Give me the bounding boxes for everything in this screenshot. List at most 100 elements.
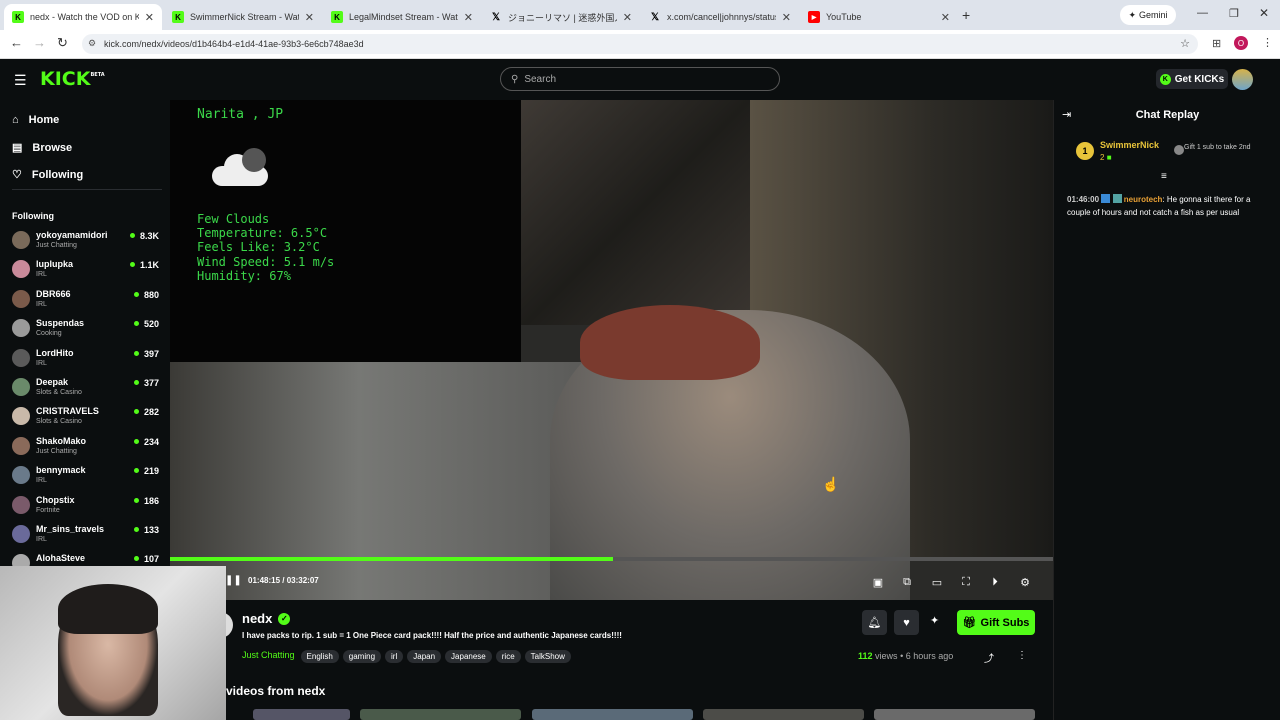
viewer-count: 282 xyxy=(134,407,159,417)
time-display: 01:48:15 / 03:32:07 xyxy=(248,576,319,585)
videos-section-heading: videos from nedx xyxy=(226,684,326,698)
gift-promo-text[interactable]: Gift 1 sub to take 2nd xyxy=(1184,143,1274,152)
following-item[interactable]: bennymack IRL 219 xyxy=(12,464,162,493)
chat-username[interactable]: neurotech xyxy=(1124,195,1163,204)
close-tab-icon[interactable]: ✕ xyxy=(305,11,314,24)
fullscreen-icon[interactable]: ⛶ xyxy=(959,575,973,589)
tag-pill[interactable]: English xyxy=(300,650,339,663)
following-item[interactable]: CRISTRAVELS Slots & Casino 282 xyxy=(12,405,162,434)
gemini-button[interactable]: ✦ Gemini xyxy=(1120,5,1176,25)
kick-logo[interactable]: KICKBETA xyxy=(40,68,105,90)
following-item[interactable]: DBR666 IRL 880 xyxy=(12,288,162,317)
extensions-icon[interactable]: ⊞ xyxy=(1212,37,1221,50)
tag-pill[interactable]: gaming xyxy=(342,650,382,663)
tag-pill[interactable]: TalkShow xyxy=(524,650,571,663)
weather-wind: Wind Speed: 5.1 m/s xyxy=(197,255,335,269)
pinned-toggle-icon[interactable]: ≡ xyxy=(1161,171,1167,182)
following-item[interactable]: LordHito IRL 397 xyxy=(12,347,162,376)
leaderboard-name[interactable]: SwimmerNick xyxy=(1100,140,1159,150)
tab-x-status[interactable]: 𝕏 x.com/cancel|johnnys/status/18 ✕ xyxy=(641,4,799,30)
user-avatar[interactable] xyxy=(1232,69,1253,90)
chat-message: 01:46:00 neurotech: He gonna sit there f… xyxy=(1067,194,1251,217)
following-category: Fortnite xyxy=(36,506,60,514)
video-thumbnail[interactable] xyxy=(532,709,693,720)
profile-avatar[interactable]: O xyxy=(1234,36,1248,50)
more-options-icon[interactable]: ⋮ xyxy=(1017,650,1027,661)
settings-gear-icon[interactable]: ⚙ xyxy=(1018,575,1032,589)
site-info-icon[interactable]: ⚙ xyxy=(88,38,96,49)
close-tab-icon[interactable]: ✕ xyxy=(623,11,632,24)
follow-heart-button[interactable]: ♥ xyxy=(894,610,919,635)
browser-menu-icon[interactable]: ⋮ xyxy=(1262,36,1273,49)
minimize-icon[interactable]: — xyxy=(1197,7,1208,19)
following-item[interactable]: yokoyamamidori Just Chatting 8.3K xyxy=(12,229,162,258)
maximize-icon[interactable]: ❐ xyxy=(1229,7,1239,20)
pause-icon[interactable]: ❚❚ xyxy=(225,575,242,586)
following-name: Chopstix xyxy=(36,494,75,505)
close-tab-icon[interactable]: ✕ xyxy=(782,11,791,24)
gift-subs-button[interactable]: 🎁︎ Gift Subs xyxy=(957,610,1035,635)
close-window-icon[interactable]: ✕ xyxy=(1259,6,1269,20)
search-input[interactable]: ⚲ Search xyxy=(500,67,780,91)
miniplayer-icon[interactable]: ▣ xyxy=(871,575,885,589)
weather-location: Narita , JP xyxy=(197,107,284,122)
sidebar-item-home[interactable]: ⌂ Home xyxy=(12,114,59,126)
sparkle-icon[interactable]: ✦ xyxy=(930,614,939,627)
following-name: DBR666 xyxy=(36,288,71,299)
tag-row: Just Chatting English gaming irl Japan Japan… xyxy=(242,646,575,664)
close-tab-icon[interactable]: ✕ xyxy=(464,11,473,24)
viewer-count: 186 xyxy=(134,496,159,506)
tab-legalmindset[interactable]: K LegalMindset Stream - Watch L ✕ xyxy=(323,4,481,30)
following-name: CRISTRAVELS xyxy=(36,406,99,417)
sidebar-item-browse[interactable]: ▤ Browse xyxy=(12,141,72,155)
tab-x-post[interactable]: 𝕏 ジョニーリマソ | 迷惑外国人撲滅 (@ ✕ xyxy=(482,4,640,30)
avatar xyxy=(12,260,30,279)
notifications-bell-button[interactable]: 🔔︎ xyxy=(862,610,887,635)
close-tab-icon[interactable]: ✕ xyxy=(941,11,950,24)
autoplay-icon[interactable]: ⏵ xyxy=(988,575,1002,589)
weather-humidity: Humidity: 67% xyxy=(197,269,291,283)
following-item[interactable]: Deepak Slots & Casino 377 xyxy=(12,376,162,405)
weather-condition: Few Clouds xyxy=(197,212,270,226)
video-thumbnail[interactable] xyxy=(253,709,350,720)
back-icon[interactable]: ← xyxy=(10,35,23,50)
tag-pill[interactable]: Japan xyxy=(407,650,442,663)
following-category: IRL xyxy=(36,359,47,367)
sidebar-item-following[interactable]: ♡ Following xyxy=(12,168,83,182)
stream-title: I have packs to rip. 1 sub = 1 One Piece… xyxy=(242,631,622,640)
avatar xyxy=(12,378,30,396)
address-bar[interactable]: ⚙ kick.com/nedx/videos/d1b464b4-e1d4-41a… xyxy=(82,34,1198,54)
following-item[interactable]: ShakoMako Just Chatting 234 xyxy=(12,435,162,464)
video-thumbnail[interactable] xyxy=(703,709,864,720)
category-link[interactable]: Just Chatting xyxy=(242,650,295,660)
tab-youtube[interactable]: ▶ YouTube ✕ xyxy=(800,4,958,30)
viewer-count: 8.3K xyxy=(130,231,159,241)
channel-name[interactable]: nedx ✓ xyxy=(242,611,291,626)
tab-nedx-vod[interactable]: K nedx - Watch the VOD on Kick ✕ xyxy=(4,4,162,30)
clip-icon[interactable]: ⧉ xyxy=(900,575,914,589)
following-item[interactable]: Mr_sins_travels IRL 133 xyxy=(12,523,162,552)
get-kicks-button[interactable]: K Get KICKs xyxy=(1156,69,1228,89)
tag-pill[interactable]: rice xyxy=(495,650,521,663)
tag-pill[interactable]: Japanese xyxy=(445,650,492,663)
video-thumbnail[interactable] xyxy=(874,709,1035,720)
gifter-badge-icon xyxy=(1112,194,1122,203)
following-item[interactable]: Suspendas Cooking 520 xyxy=(12,317,162,346)
bookmark-star-icon[interactable]: ☆ xyxy=(1180,37,1190,50)
following-name: yokoyamamidori xyxy=(36,230,108,240)
reload-icon[interactable]: ↻ xyxy=(57,35,68,51)
forward-icon[interactable]: → xyxy=(33,35,46,50)
video-thumbnail[interactable] xyxy=(360,709,521,720)
close-tab-icon[interactable]: ✕ xyxy=(145,11,154,24)
theater-mode-icon[interactable]: ▭ xyxy=(930,575,944,589)
tab-swimmernick[interactable]: K SwimmerNick Stream - Watch L ✕ xyxy=(164,4,322,30)
share-icon[interactable]: ⤴ xyxy=(984,650,994,665)
following-heading: Following xyxy=(12,211,54,221)
new-tab-button[interactable]: + xyxy=(962,7,970,23)
subscriber-badge-icon xyxy=(1101,194,1111,203)
following-item[interactable]: luplupka IRL 1.1K xyxy=(12,258,162,287)
hamburger-menu-icon[interactable]: ☰ xyxy=(14,72,27,89)
following-item[interactable]: Chopstix Fortnite 186 xyxy=(12,494,162,523)
kick-icon: K xyxy=(12,11,24,23)
tag-pill[interactable]: irl xyxy=(385,650,404,663)
